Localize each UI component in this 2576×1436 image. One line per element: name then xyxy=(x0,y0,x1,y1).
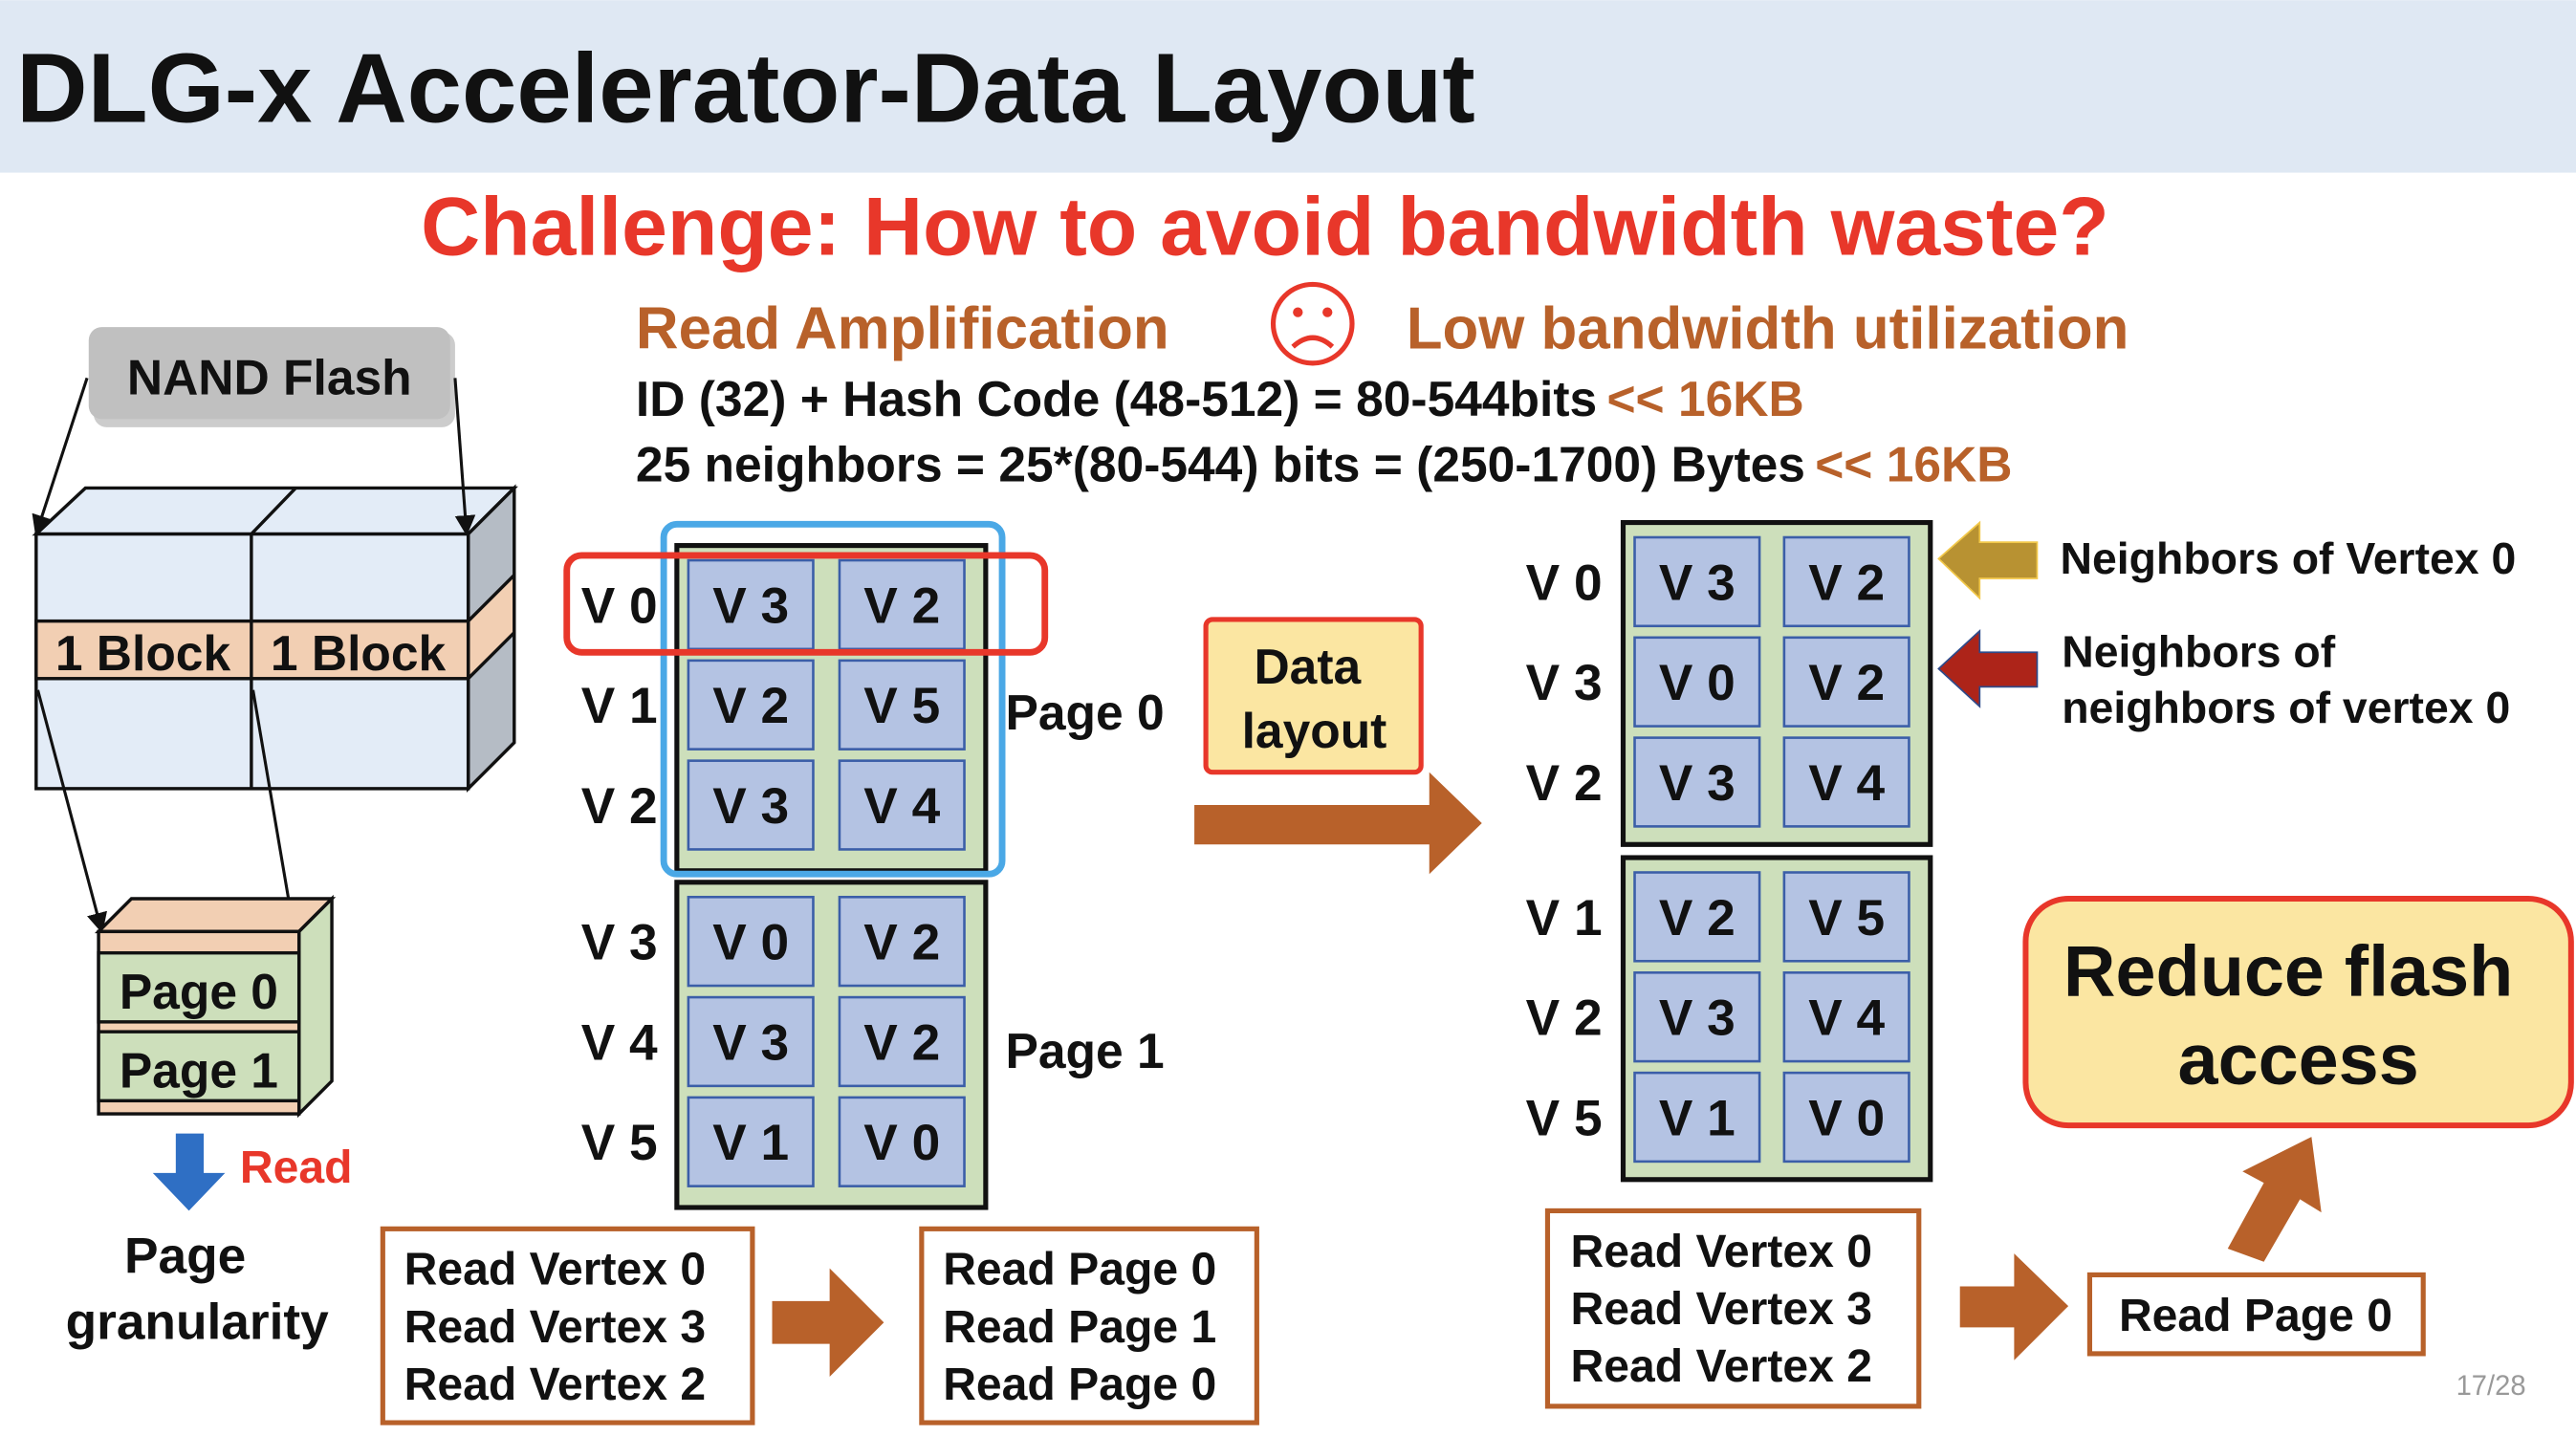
read-down-arrow-icon xyxy=(152,1133,226,1211)
low-bandwidth: Low bandwidth utilization xyxy=(1407,295,2129,361)
read-amplification: Read Amplification xyxy=(636,295,1169,361)
read-label: Read xyxy=(240,1142,353,1193)
nand-page-1: Page 1 xyxy=(120,1043,278,1099)
neighbor-label: V 3 xyxy=(1659,990,1736,1047)
page-title: DLG-x Accelerator-Data Layout xyxy=(16,33,1475,142)
vertex-label: V 1 xyxy=(1526,890,1603,946)
vertex-label: V 0 xyxy=(581,577,658,634)
after-layout-grid: V 0 V 3 V 2 V 3 V 0 V 2 V 2 V 3 V 4 V 1 V 2 V 5 V 2 V… xyxy=(1526,519,1933,1183)
vertex-label: V 3 xyxy=(581,915,658,971)
neighbor-label: V 2 xyxy=(712,678,789,734)
neighbor-label: V 3 xyxy=(712,778,789,835)
nand-flash-label: NAND Flash xyxy=(127,350,412,405)
neighbor-label: V 0 xyxy=(1659,655,1736,711)
neighbor-label: V 2 xyxy=(863,915,940,971)
neighbor-label: V 1 xyxy=(1659,1090,1736,1146)
neighbor-label: V 4 xyxy=(1808,755,1885,812)
neighbor-label: V 3 xyxy=(712,1014,789,1071)
after-page-read: Read Page 0 xyxy=(2119,1290,2392,1341)
layout-arrow-icon xyxy=(1194,772,1482,875)
annotation-neighbors-of-neighbors: Neighbors of neighbors of vertex 0 xyxy=(2062,627,2510,732)
vertex-label: V 3 xyxy=(1526,655,1603,711)
before-requests: Read Vertex 0 Read Vertex 3 Read Vertex … xyxy=(404,1244,719,1410)
vertex-label: V 2 xyxy=(1526,755,1603,812)
neighbor-label: V 2 xyxy=(1808,655,1885,711)
neighbor-label: V 0 xyxy=(1808,1090,1885,1146)
vertex-label: V 1 xyxy=(581,678,658,734)
neighbor-label: V 2 xyxy=(863,577,940,634)
page-1-label: Page 1 xyxy=(1005,1023,1164,1078)
neighbor-label: V 0 xyxy=(863,1115,940,1171)
challenge-heading: Challenge: How to avoid bandwidth waste? xyxy=(421,181,2109,272)
neighbor-label: V 2 xyxy=(863,1014,940,1071)
neighbor-label: V 3 xyxy=(1659,555,1736,611)
vertex-label: V 5 xyxy=(1526,1090,1603,1146)
neighbor-label: V 3 xyxy=(1659,755,1736,812)
neighbor-label: V 1 xyxy=(712,1115,789,1171)
page-granularity: Page granularity xyxy=(66,1229,330,1351)
neighbor-label: V 2 xyxy=(1808,555,1885,611)
before-arrow-icon xyxy=(772,1268,884,1377)
vertex-label: V 0 xyxy=(1526,555,1603,611)
after-requests: Read Vertex 0 Read Vertex 3 Read Vertex … xyxy=(1571,1226,1886,1392)
up-arrow-icon xyxy=(2227,1137,2322,1262)
neighbor-label: V 0 xyxy=(712,915,789,971)
page-0-label: Page 0 xyxy=(1005,685,1164,740)
neighbor-label: V 5 xyxy=(1808,890,1885,946)
vertex-label: V 2 xyxy=(581,778,658,835)
neighbor-label: V 4 xyxy=(1808,990,1885,1047)
annotation-neighbors-vertex-0: Neighbors of Vertex 0 xyxy=(2061,533,2517,583)
slide: DLG-x Accelerator-Data Layout Challenge:… xyxy=(0,0,2576,1425)
slide-number: 17/28 xyxy=(2456,1371,2526,1402)
neighbor-label: V 2 xyxy=(1659,890,1736,946)
block-label-2: 1 Block xyxy=(271,625,447,681)
gold-arrow-icon xyxy=(1937,520,2039,600)
vertex-label: V 4 xyxy=(581,1014,658,1071)
sad-face-icon xyxy=(1270,281,1355,366)
nand-page-0: Page 0 xyxy=(120,964,278,1019)
before-page-reads: Read Page 0 Read Page 1 Read Page 0 xyxy=(943,1244,1229,1410)
red-arrow-icon xyxy=(1937,628,2039,708)
vertex-label: V 2 xyxy=(1526,990,1603,1047)
neighbor-label: V 5 xyxy=(863,678,940,734)
size-line-2: 25 neighbors = 25*(80-544) bits = (250-1… xyxy=(636,437,2013,492)
neighbor-label: V 3 xyxy=(712,577,789,634)
vertex-label: V 5 xyxy=(581,1115,658,1171)
size-line-1: ID (32) + Hash Code (48-512) = 80-544bit… xyxy=(636,371,1804,426)
neighbor-label: V 4 xyxy=(863,778,940,835)
block-label-1: 1 Block xyxy=(55,625,231,681)
after-arrow-icon xyxy=(1959,1253,2069,1360)
